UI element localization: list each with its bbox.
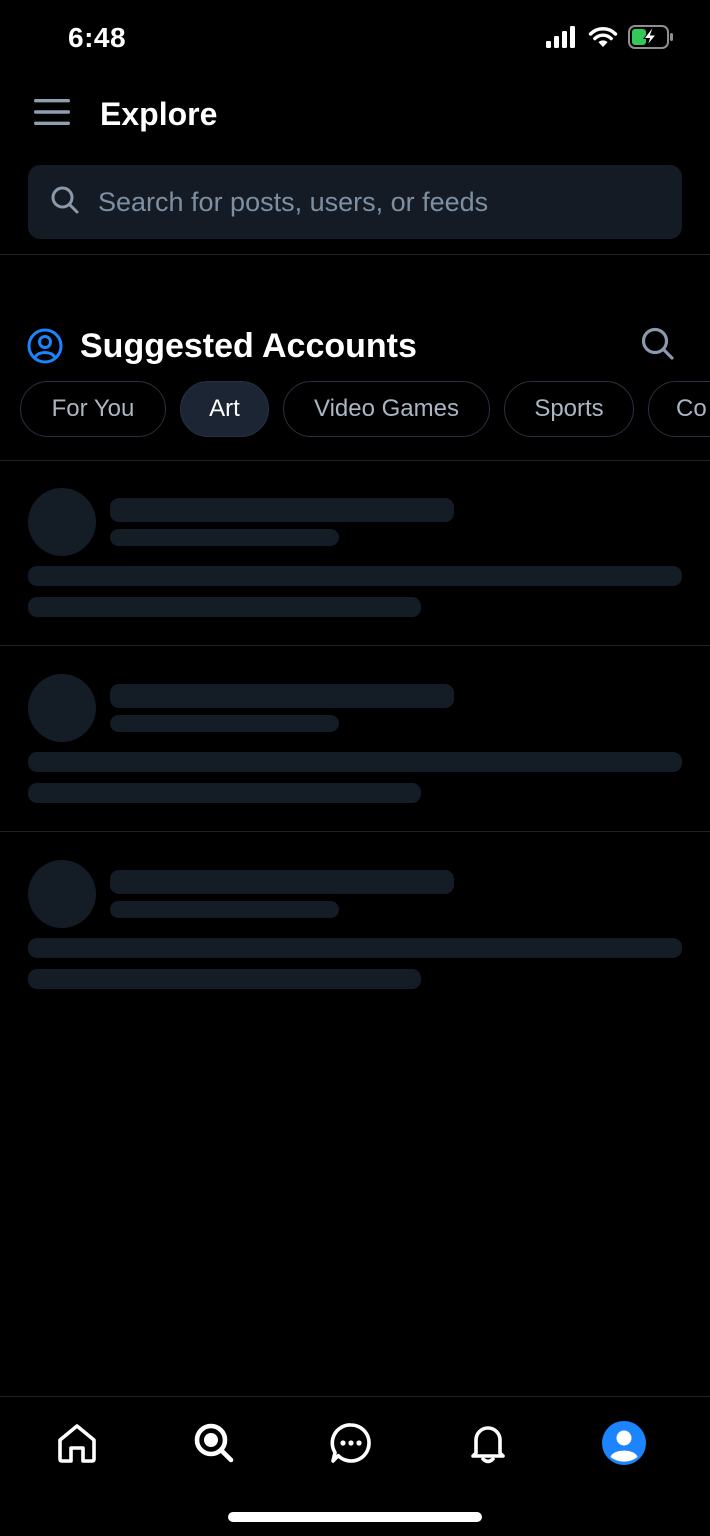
chip-video-games[interactable]: Video Games bbox=[283, 381, 490, 437]
home-indicator bbox=[228, 1512, 482, 1522]
handle-placeholder bbox=[110, 715, 339, 732]
text-placeholder bbox=[28, 597, 421, 617]
status-bar: 6:48 bbox=[0, 0, 710, 80]
hamburger-menu-icon bbox=[34, 98, 70, 131]
handle-placeholder bbox=[110, 529, 339, 546]
search-icon[interactable] bbox=[640, 326, 676, 367]
nav-home-button[interactable] bbox=[49, 1419, 105, 1471]
nav-notifications-button[interactable] bbox=[460, 1419, 516, 1471]
nav-profile-button[interactable] bbox=[596, 1419, 652, 1471]
chip-art[interactable]: Art bbox=[180, 381, 269, 437]
chip-co[interactable]: Co bbox=[648, 381, 710, 437]
text-placeholder bbox=[28, 752, 682, 772]
chip-sports[interactable]: Sports bbox=[504, 381, 634, 437]
suggested-accounts-header: Suggested Accounts bbox=[0, 318, 710, 374]
search-box[interactable] bbox=[28, 165, 682, 239]
divider bbox=[0, 254, 710, 255]
chip-for-you[interactable]: For You bbox=[20, 381, 166, 437]
status-icons bbox=[546, 24, 674, 54]
notifications-icon bbox=[466, 1421, 510, 1470]
list-item bbox=[0, 832, 710, 1018]
avatar-placeholder bbox=[28, 488, 96, 556]
name-placeholder bbox=[110, 870, 454, 894]
page-title: Explore bbox=[100, 96, 218, 132]
list-item bbox=[0, 460, 710, 646]
home-icon bbox=[55, 1421, 99, 1470]
search-input[interactable] bbox=[96, 185, 660, 219]
text-placeholder bbox=[28, 783, 421, 803]
handle-placeholder bbox=[110, 901, 339, 918]
name-placeholder bbox=[110, 684, 454, 708]
text-placeholder bbox=[28, 938, 682, 958]
text-placeholder bbox=[28, 566, 682, 586]
header: Explore bbox=[0, 80, 710, 150]
explore-screen: 6:48 Explore Search for posts, users, or… bbox=[0, 0, 710, 1536]
text-placeholder bbox=[28, 969, 421, 989]
list-item bbox=[0, 646, 710, 832]
avatar-placeholder bbox=[28, 674, 96, 742]
profile-avatar bbox=[601, 1420, 647, 1471]
menu-button[interactable] bbox=[28, 94, 76, 134]
avatar-placeholder bbox=[28, 860, 96, 928]
category-chips: For You Art Video Games Sports Co bbox=[20, 381, 710, 439]
name-placeholder bbox=[110, 498, 454, 522]
status-time: 6:48 bbox=[68, 22, 127, 53]
messages-icon bbox=[329, 1421, 373, 1470]
section-title: Suggested Accounts bbox=[80, 327, 417, 365]
user-circle-icon bbox=[27, 328, 63, 369]
search-icon bbox=[192, 1421, 236, 1470]
wifi-icon bbox=[588, 26, 618, 53]
battery-charging-icon bbox=[628, 24, 674, 54]
search-icon bbox=[50, 185, 80, 220]
nav-messages-button[interactable] bbox=[323, 1419, 379, 1471]
nav-search-button[interactable] bbox=[186, 1419, 242, 1471]
cellular-signal-icon bbox=[546, 25, 578, 53]
